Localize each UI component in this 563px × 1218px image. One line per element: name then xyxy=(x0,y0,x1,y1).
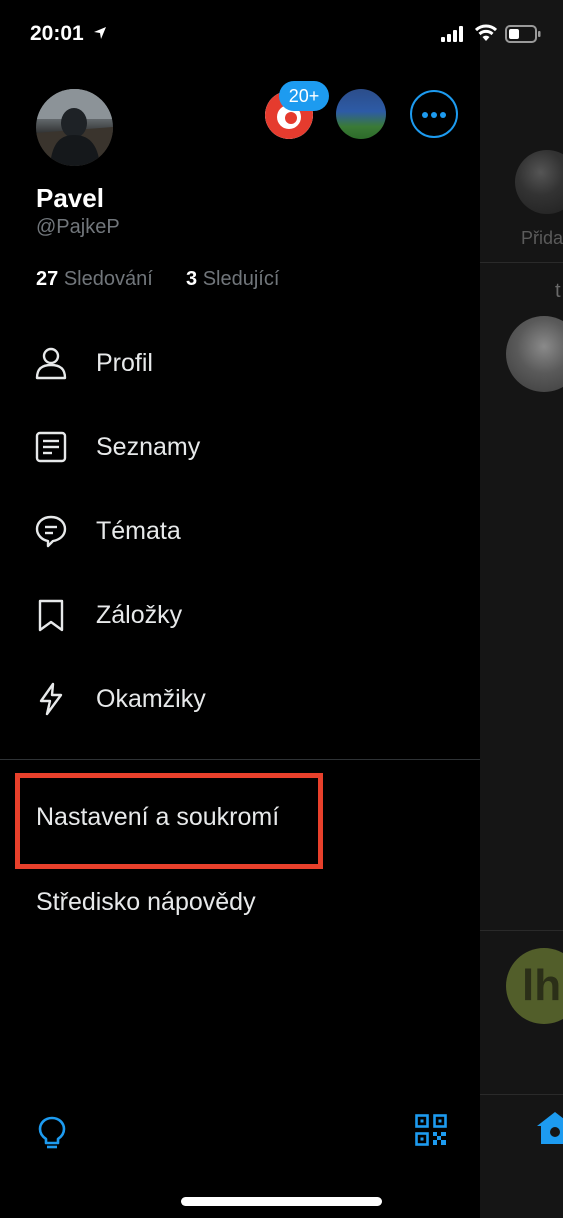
menu-divider xyxy=(0,759,480,760)
menu-item-profile[interactable]: Profil xyxy=(0,329,480,399)
more-accounts-button[interactable] xyxy=(410,90,458,138)
story-avatar[interactable] xyxy=(515,150,563,214)
menu-item-topics[interactable]: Témata xyxy=(0,497,480,567)
bookmark-icon xyxy=(38,599,64,632)
tweet-avatar[interactable] xyxy=(506,316,563,392)
dot xyxy=(422,112,428,118)
feed-divider xyxy=(480,262,563,263)
menu-item-moments[interactable]: Okamžiky xyxy=(0,665,480,735)
dot xyxy=(440,112,446,118)
user-handle: @PajkeP xyxy=(36,216,120,238)
user-display-name[interactable]: Pavel xyxy=(36,183,104,214)
location-arrow-icon xyxy=(94,27,106,39)
side-drawer: 20:01 20+ Pavel @PajkeP 27 Sledování 3 S… xyxy=(0,0,541,1218)
person-icon xyxy=(35,347,67,380)
following-label: Sledování xyxy=(63,268,153,290)
menu-item-label: Seznamy xyxy=(96,433,201,461)
following-count: 27 xyxy=(36,268,59,290)
story-label: Přida xyxy=(521,228,563,248)
feed-divider xyxy=(480,930,563,931)
profile-avatar[interactable] xyxy=(36,89,113,166)
profile-photo xyxy=(36,89,113,166)
qr-code-icon[interactable] xyxy=(415,1114,447,1146)
status-time: 20:01 xyxy=(30,22,84,45)
menu-item-label: Témata xyxy=(96,517,181,545)
followers-link[interactable]: 3 Sledující xyxy=(186,268,279,291)
battery-icon xyxy=(505,25,541,43)
home-icon[interactable] xyxy=(535,1108,563,1148)
dot xyxy=(431,112,437,118)
followers-label: Sledující xyxy=(202,268,280,290)
help-center-link[interactable]: Středisko nápovědy xyxy=(36,888,256,917)
menu-item-label: Okamžiky xyxy=(96,685,206,713)
home-indicator[interactable] xyxy=(181,1197,382,1206)
menu-item-lists[interactable]: Seznamy xyxy=(0,413,480,483)
main-feed-background: Přida t lh xyxy=(480,0,563,1218)
wifi-icon xyxy=(475,24,497,41)
menu-item-label: Záložky xyxy=(96,601,183,629)
lightning-icon xyxy=(39,682,63,716)
followers-count: 3 xyxy=(186,268,198,290)
menu-item-bookmarks[interactable]: Záložky xyxy=(0,581,480,651)
list-icon xyxy=(35,431,67,463)
tweet-avatar[interactable]: lh xyxy=(506,948,563,1024)
cellular-signal-icon xyxy=(441,26,463,42)
notification-badge: 20+ xyxy=(279,81,329,111)
lightbulb-icon[interactable] xyxy=(36,1115,68,1151)
partial-text: t xyxy=(555,280,561,302)
highlight-annotation-box xyxy=(15,773,323,869)
menu-item-label: Profil xyxy=(96,349,153,377)
tab-bar-divider xyxy=(480,1094,563,1095)
account-switcher-avatar[interactable] xyxy=(336,89,386,139)
topics-icon xyxy=(35,515,67,548)
following-link[interactable]: 27 Sledování xyxy=(36,268,153,291)
